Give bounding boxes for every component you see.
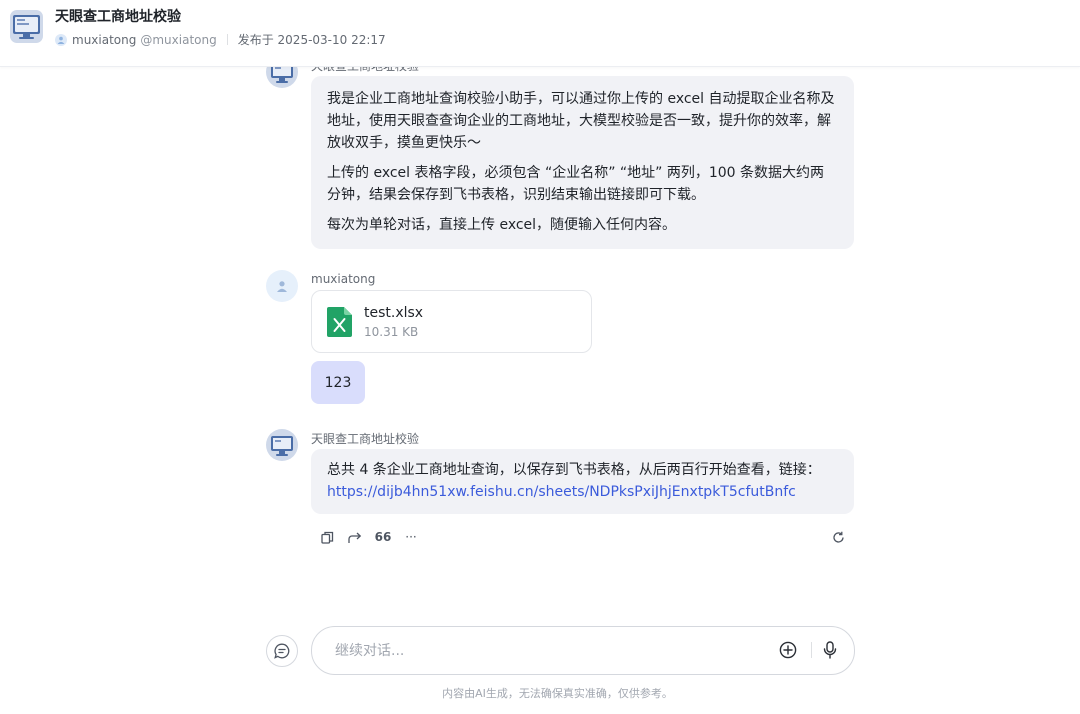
person-icon (277, 281, 287, 292)
excel-file-icon (327, 307, 352, 337)
reply-text: 总共 4 条企业工商地址查询，以保存到飞书表格，从后两百行开始查看，链接： (327, 462, 821, 478)
user-avatar (266, 270, 298, 302)
bot-intro-bubble: 我是企业工商地址查询校验小助手，可以通过你上传的 excel 自动提取企业名称及… (311, 76, 854, 249)
intro-paragraph-3: 每次为单轮对话，直接上传 excel，随便输入任何内容。 (327, 217, 677, 233)
add-attachment-icon[interactable] (778, 640, 798, 660)
intro-paragraph-1: 我是企业工商地址查询校验小助手，可以通过你上传的 excel 自动提取企业名称及… (327, 91, 835, 151)
chat-input-box[interactable] (311, 626, 855, 675)
new-chat-button[interactable] (266, 635, 298, 667)
microphone-icon[interactable] (820, 640, 840, 660)
more-options-icon[interactable]: ··· (401, 528, 421, 546)
sheet-link[interactable]: https://dijb4hn51xw.feishu.cn/sheets/NDP… (327, 484, 796, 500)
bot-reply-bubble: 总共 4 条企业工商地址查询，以保存到飞书表格，从后两百行开始查看，链接： ht… (311, 449, 854, 514)
input-divider (811, 642, 812, 658)
regenerate-icon[interactable] (829, 528, 847, 546)
file-size: 10.31 KB (364, 325, 419, 339)
person-icon (57, 36, 65, 44)
bot-sender-name: 天眼查工商地址校验 (311, 432, 420, 446)
file-name: test.xlsx (364, 305, 424, 321)
author-avatar (55, 33, 67, 46)
intro-paragraph-2: 上传的 excel 表格字段，必须包含 “企业名称” “地址” 两列，100 条… (327, 165, 825, 203)
file-attachment-card[interactable]: test.xlsx 10.31 KB (311, 290, 592, 353)
bot-avatar-icon (266, 429, 298, 461)
publish-time: 发布于 2025-03-10 22:17 (237, 33, 386, 47)
chat-bubble-icon (274, 643, 290, 659)
copy-icon[interactable] (318, 528, 336, 546)
ai-disclaimer: 内容由AI生成，无法确保真实准确，仅供参考。 (442, 687, 673, 700)
user-message-bubble: 123 (311, 361, 365, 404)
meta-divider (226, 34, 228, 45)
app-computer-icon (10, 10, 43, 43)
chat-input[interactable] (333, 639, 757, 663)
page-title: 天眼查工商地址校验 (55, 9, 181, 25)
share-icon[interactable] (346, 528, 364, 546)
quote-icon[interactable]: 66 (373, 528, 393, 546)
message-actions: 66 ··· (318, 528, 858, 546)
page-header: 天眼查工商地址校验 muxiatong @muxiatong 发布于 2025-… (0, 0, 1080, 67)
author-meta: muxiatong @muxiatong 发布于 2025-03-10 22:1… (55, 31, 386, 48)
author-name[interactable]: muxiatong (72, 33, 136, 47)
author-handle[interactable]: @muxiatong (140, 33, 216, 47)
user-sender-name: muxiatong (311, 272, 376, 286)
